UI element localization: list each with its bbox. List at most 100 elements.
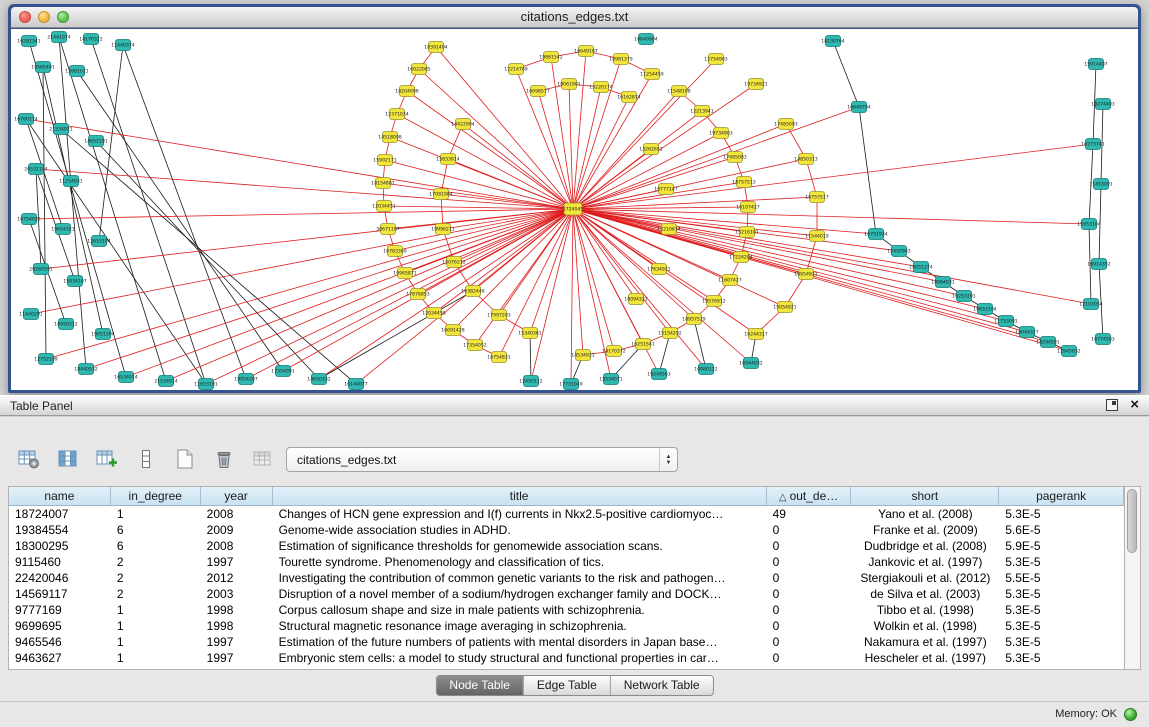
network-node[interactable]: 16783369 [383, 246, 406, 257]
show-columns-button[interactable] [55, 447, 81, 471]
network-node[interactable]: 12034459 [422, 308, 445, 319]
network-node[interactable]: 19861542 [539, 52, 562, 63]
network-node[interactable]: 10980122 [694, 364, 717, 375]
network-node[interactable]: 12754903 [704, 54, 727, 65]
network-node[interactable]: 19653104 [973, 304, 996, 315]
network-node[interactable]: 16648794 [847, 102, 870, 113]
network-node[interactable]: 11453091 [1089, 179, 1112, 190]
close-panel-icon[interactable]: × [1130, 398, 1139, 412]
network-node[interactable]: 16162874 [617, 92, 640, 103]
row-tools-button[interactable] [133, 447, 159, 471]
network-node[interactable]: 19244563 [647, 369, 670, 380]
network-node[interactable]: 1724045 [563, 203, 584, 215]
network-node[interactable]: 18757513 [732, 177, 755, 188]
network-node[interactable]: 18440532 [74, 364, 97, 375]
network-node[interactable]: 14534921 [571, 350, 594, 361]
network-node[interactable]: 11440201 [19, 309, 42, 320]
network-node[interactable]: 14652101 [84, 136, 107, 147]
network-node[interactable]: 13220174 [589, 82, 612, 93]
column-header[interactable]: short [851, 487, 999, 505]
network-node[interactable]: 21534921 [49, 124, 72, 135]
network-node[interactable]: 14850313 [794, 154, 817, 165]
network-node[interactable]: 12034451 [372, 201, 395, 212]
network-node[interactable]: 14518098 [378, 132, 401, 143]
network-node[interactable]: 16760174 [14, 114, 37, 125]
network-node[interactable]: 15534071 [599, 374, 622, 385]
network-node[interactable]: 11753091 [994, 316, 1017, 327]
network-node[interactable]: 12450963 [887, 246, 910, 257]
network-node[interactable]: 19565401 [31, 62, 54, 73]
table-row[interactable]: 946554611997Estimation of the future num… [9, 634, 1124, 650]
network-node[interactable]: 19654321 [51, 224, 74, 235]
table-row[interactable]: 969969511998Structural magnetic resonanc… [9, 618, 1124, 634]
network-node[interactable]: 14422904 [451, 119, 474, 130]
network-node[interactable]: 16914352 [1087, 259, 1110, 270]
table-scrollbar[interactable] [1125, 486, 1141, 670]
network-node[interactable]: 17485083 [723, 152, 746, 163]
column-header[interactable]: pagerank [999, 487, 1124, 505]
network-node[interactable]: 11544019 [805, 231, 828, 242]
network-node[interactable]: 12450112 [519, 376, 542, 387]
float-panel-icon[interactable] [1106, 399, 1118, 411]
network-node[interactable]: 13216101 [735, 227, 758, 238]
network-node[interactable]: 14650332 [307, 374, 330, 385]
network-node[interactable]: 16791934 [864, 229, 887, 240]
network-node[interactable]: 19061901 [557, 79, 580, 90]
close-window-button[interactable] [19, 11, 31, 23]
dropdown-stepper-icon[interactable]: ▲ ▼ [659, 448, 677, 471]
table-source-dropdown[interactable]: citations_edges.txt ▲ ▼ [286, 447, 678, 472]
network-node[interactable]: 12653104 [87, 236, 110, 247]
network-node[interactable]: 18051374 [909, 262, 932, 273]
network-canvas[interactable]: 1724045 18391404 16022085 18204098 12371034 1… [11, 29, 1138, 390]
network-node[interactable]: 17997203 [487, 310, 510, 321]
network-node[interactable]: 16022085 [407, 64, 430, 75]
network-node[interactable]: 16950312 [54, 319, 77, 330]
network-node[interactable]: 16774503 [1091, 334, 1114, 345]
network-node[interactable]: 16382448 [461, 286, 484, 297]
network-node[interactable]: 12214789 [504, 64, 527, 75]
table-row[interactable]: 1830029562008Estimation of significance … [9, 538, 1124, 554]
network-node[interactable]: 18130764 [821, 36, 844, 47]
column-header[interactable]: year [201, 487, 273, 505]
network-node[interactable]: 13262651 [639, 144, 662, 155]
column-header[interactable]: title [273, 487, 767, 505]
network-node[interactable]: 16698577 [526, 86, 549, 97]
network-node[interactable]: 17876853 [406, 289, 429, 300]
network-node[interactable]: 18204098 [395, 86, 418, 97]
network-node[interactable]: 15953104 [1077, 219, 1100, 230]
network-node[interactable]: 12103054 [1079, 299, 1102, 310]
network-node[interactable]: 19051304 [91, 329, 114, 340]
network-node[interactable]: 12752199 [34, 354, 57, 365]
network-node[interactable]: 12661021 [65, 66, 88, 77]
new-document-button[interactable] [172, 447, 198, 471]
network-node[interactable]: 16251541 [631, 339, 654, 350]
network-node[interactable]: 16144077 [344, 379, 367, 390]
network-node[interactable]: 15902171 [373, 155, 396, 166]
network-node[interactable]: 12371034 [385, 109, 408, 120]
column-header[interactable]: in_degree [111, 487, 201, 505]
network-node[interactable]: 15340361 [518, 328, 541, 339]
table-mode-button[interactable] [16, 447, 42, 471]
network-node[interactable]: 16754022 [17, 214, 40, 225]
network-node[interactable]: 11548108 [667, 86, 690, 97]
network-node[interactable]: 17634921 [647, 264, 670, 275]
network-node[interactable]: 11440374 [111, 40, 134, 51]
table-row[interactable]: 1872400712008Changes of HCN gene express… [9, 506, 1124, 522]
network-node[interactable]: 17731049 [559, 379, 582, 390]
tab-edge-table[interactable]: Edge Table [524, 676, 611, 695]
network-node[interactable]: 16091428 [441, 325, 464, 336]
network-node[interactable]: 15914407 [1084, 59, 1107, 70]
network-node[interactable]: 16244317 [744, 329, 767, 340]
scrollbar-thumb[interactable] [1127, 489, 1137, 553]
table-row[interactable]: 911546021997Tourette syndrome. Phenomeno… [9, 554, 1124, 570]
create-column-button[interactable] [94, 447, 120, 471]
network-node[interactable]: 18391404 [424, 42, 447, 53]
table-row[interactable]: 977716911998Corpus callosum shape and si… [9, 602, 1124, 618]
network-node[interactable]: 17224204 [729, 252, 752, 263]
network-node[interactable]: 16273741 [1081, 139, 1104, 150]
network-node[interactable]: 14170322 [79, 34, 102, 45]
column-header[interactable]: name [9, 487, 111, 505]
network-graph[interactable]: 1724045 18391404 16022085 18204098 12371034 1… [11, 29, 1138, 390]
graph-window-titlebar[interactable]: citations_edges.txt [11, 7, 1138, 28]
network-node[interactable]: 20260591 [29, 264, 52, 275]
